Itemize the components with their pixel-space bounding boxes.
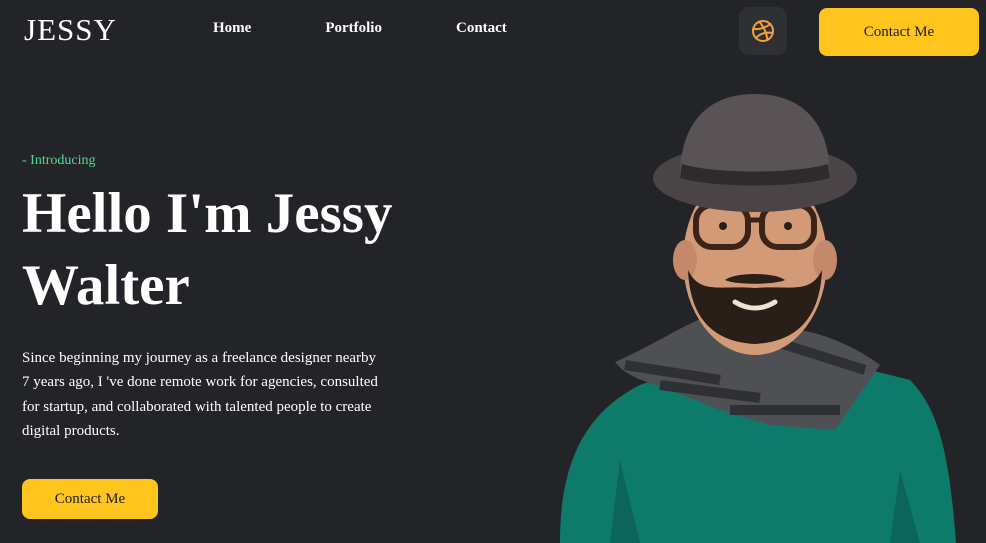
dribbble-button[interactable] <box>739 7 787 55</box>
dribbble-icon <box>752 20 774 42</box>
hero-description: Since beginning my journey as a freelanc… <box>22 350 378 439</box>
main-nav: Home Portfolio Contact <box>213 20 581 37</box>
portrait-image <box>560 94 956 543</box>
nav-home[interactable]: Home <box>213 20 251 37</box>
hero-contact-button[interactable]: Contact Me <box>22 479 158 519</box>
header-contact-button[interactable]: Contact Me <box>819 8 979 56</box>
intro-label: - Introducing <box>22 153 96 168</box>
logo[interactable]: JESSY <box>24 12 117 48</box>
nav-portfolio[interactable]: Portfolio <box>325 20 382 37</box>
nav-contact[interactable]: Contact <box>456 20 507 37</box>
landing-page: JESSY Home Portfolio Contact Contact Me … <box>0 0 986 543</box>
hero-title: Hello I'm Jessy Walter <box>22 182 393 317</box>
